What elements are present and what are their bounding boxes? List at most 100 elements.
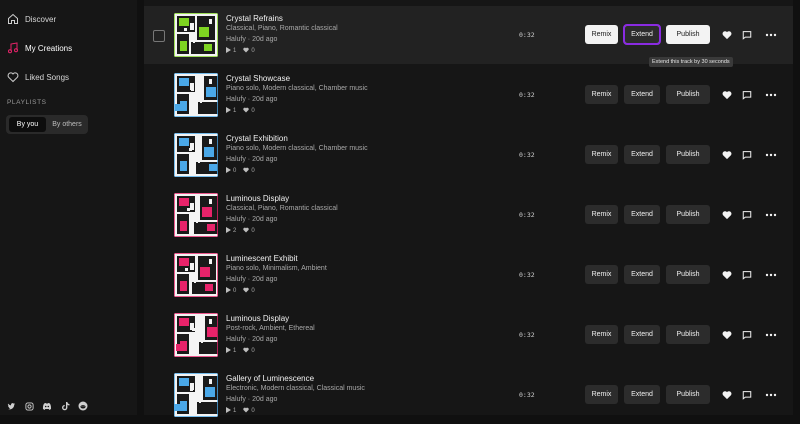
- extend-button[interactable]: Extend: [624, 265, 660, 284]
- cover-art[interactable]: [174, 13, 218, 57]
- cover-art-image: [174, 133, 218, 177]
- more-options-icon[interactable]: [764, 209, 778, 220]
- publish-button[interactable]: Publish: [666, 85, 710, 104]
- publish-button[interactable]: Publish: [666, 385, 710, 404]
- more-options-icon[interactable]: [764, 329, 778, 340]
- play-count-icon: [226, 347, 231, 355]
- cover-art-image: [174, 373, 218, 417]
- social-links: [6, 401, 88, 411]
- like-heart-icon[interactable]: [721, 269, 732, 280]
- track-duration: 0:32: [519, 91, 535, 99]
- more-options-icon[interactable]: [764, 149, 778, 160]
- cover-art[interactable]: [174, 373, 218, 417]
- publish-button[interactable]: Publish: [666, 25, 710, 44]
- comment-icon[interactable]: [741, 389, 752, 400]
- play-count-icon: [226, 107, 231, 115]
- track-title[interactable]: Luminous Display: [226, 314, 289, 323]
- track-title[interactable]: Crystal Refrains: [226, 14, 283, 23]
- remix-button[interactable]: Remix: [585, 325, 618, 344]
- author-name[interactable]: Halufy: [226, 276, 246, 283]
- remix-button[interactable]: Remix: [585, 85, 618, 104]
- more-options-icon[interactable]: [764, 89, 778, 100]
- track-row[interactable]: Gallery of Luminescence Electronic, Moder…: [144, 366, 793, 424]
- extend-button[interactable]: Extend: [624, 385, 660, 404]
- cover-art[interactable]: [174, 313, 218, 357]
- cover-art-image: [174, 13, 218, 57]
- like-heart-icon[interactable]: [721, 29, 732, 40]
- more-options-icon[interactable]: [764, 269, 778, 280]
- remix-button[interactable]: Remix: [585, 205, 618, 224]
- tiktok-icon[interactable]: [60, 401, 70, 411]
- instagram-icon[interactable]: [24, 401, 34, 411]
- discord-icon[interactable]: [42, 401, 52, 411]
- track-row[interactable]: Crystal Showcase Piano solo, Modern class…: [144, 66, 793, 124]
- remix-button[interactable]: Remix: [585, 145, 618, 164]
- like-heart-icon[interactable]: [721, 149, 732, 160]
- more-options-icon[interactable]: [764, 29, 778, 40]
- track-row[interactable]: Luminous Display Post-rock, Ambient, Ethe…: [144, 306, 793, 364]
- remix-button[interactable]: Remix: [585, 265, 618, 284]
- track-author-line: Halufy · 20d ago: [226, 216, 277, 223]
- track-row[interactable]: Luminescent Exhibit Piano solo, Minimalis…: [144, 246, 793, 304]
- publish-button[interactable]: Publish: [666, 265, 710, 284]
- like-heart-icon[interactable]: [721, 389, 732, 400]
- more-options-icon[interactable]: [764, 389, 778, 400]
- comment-icon[interactable]: [741, 29, 752, 40]
- track-title[interactable]: Crystal Exhibition: [226, 134, 288, 143]
- track-stats: 10: [226, 107, 255, 115]
- cover-art[interactable]: [174, 73, 218, 117]
- track-row[interactable]: Crystal Refrains Classical, Piano, Romant…: [144, 6, 793, 67]
- extend-button[interactable]: Extend: [623, 24, 661, 45]
- comment-icon[interactable]: [741, 89, 752, 100]
- filter-by-others[interactable]: By others: [48, 117, 86, 132]
- select-checkbox[interactable]: [153, 30, 165, 42]
- track-stats: 10: [226, 47, 255, 55]
- like-heart-icon[interactable]: [721, 209, 732, 220]
- filter-by-you[interactable]: By you: [9, 117, 46, 132]
- publish-button[interactable]: Publish: [666, 205, 710, 224]
- remix-button[interactable]: Remix: [585, 25, 618, 44]
- cover-art[interactable]: [174, 193, 218, 237]
- extend-button[interactable]: Extend: [624, 145, 660, 164]
- play-count: 1: [233, 408, 237, 414]
- like-count-icon: [243, 167, 250, 175]
- author-name[interactable]: Halufy: [226, 96, 246, 103]
- author-name[interactable]: Halufy: [226, 396, 246, 403]
- extend-button[interactable]: Extend: [624, 205, 660, 224]
- track-title[interactable]: Luminescent Exhibit: [226, 254, 298, 263]
- publish-button[interactable]: Publish: [666, 145, 710, 164]
- track-author-line: Halufy · 20d ago: [226, 276, 277, 283]
- nav-discover[interactable]: Discover: [6, 10, 56, 28]
- like-heart-icon[interactable]: [721, 329, 732, 340]
- nav-liked-songs[interactable]: Liked Songs: [6, 68, 69, 86]
- extend-button[interactable]: Extend: [624, 85, 660, 104]
- nav-my-creations[interactable]: My Creations: [6, 39, 72, 57]
- author-name[interactable]: Halufy: [226, 36, 246, 43]
- author-name[interactable]: Halufy: [226, 216, 246, 223]
- extend-button[interactable]: Extend: [624, 325, 660, 344]
- comment-icon[interactable]: [741, 209, 752, 220]
- track-title[interactable]: Crystal Showcase: [226, 74, 290, 83]
- cover-art[interactable]: [174, 133, 218, 177]
- publish-button[interactable]: Publish: [666, 325, 710, 344]
- track-stats: 10: [226, 407, 255, 415]
- cover-art[interactable]: [174, 253, 218, 297]
- track-title[interactable]: Gallery of Luminescence: [226, 374, 314, 383]
- scrollbar[interactable]: [795, 0, 800, 415]
- track-stats: 10: [226, 347, 255, 355]
- comment-icon[interactable]: [741, 149, 752, 160]
- reddit-icon[interactable]: [78, 401, 88, 411]
- twitter-icon[interactable]: [6, 401, 16, 411]
- track-age: 20d ago: [252, 216, 278, 223]
- like-heart-icon[interactable]: [721, 89, 732, 100]
- comment-icon[interactable]: [741, 329, 752, 340]
- track-row[interactable]: Crystal Exhibition Piano solo, Modern cla…: [144, 126, 793, 184]
- track-row[interactable]: Luminous Display Classical, Piano, Romant…: [144, 186, 793, 244]
- track-duration: 0:32: [519, 211, 535, 219]
- track-title[interactable]: Luminous Display: [226, 194, 289, 203]
- remix-button[interactable]: Remix: [585, 385, 618, 404]
- author-name[interactable]: Halufy: [226, 156, 246, 163]
- author-name[interactable]: Halufy: [226, 336, 246, 343]
- track-duration: 0:32: [519, 271, 535, 279]
- comment-icon[interactable]: [741, 269, 752, 280]
